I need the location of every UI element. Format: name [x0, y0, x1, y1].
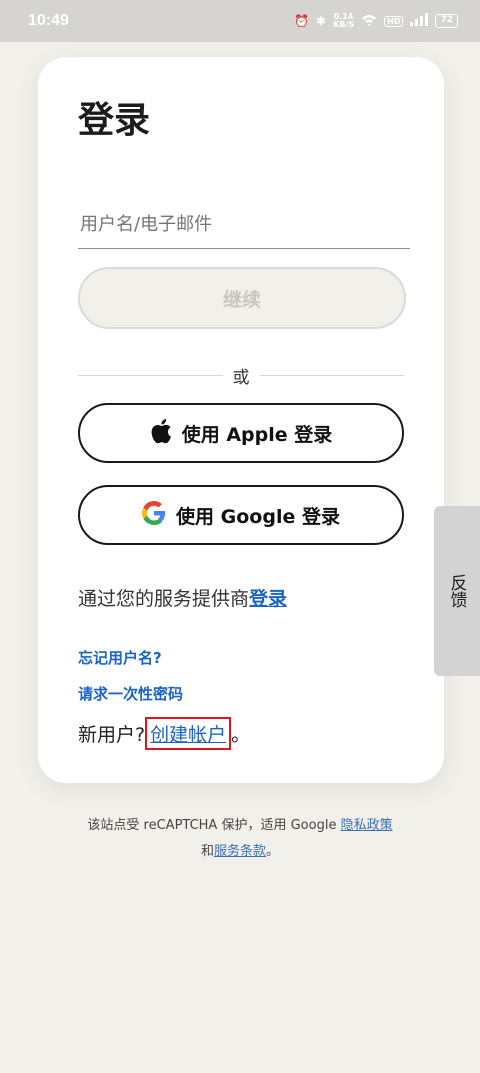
- feedback-tab[interactable]: 反馈: [434, 506, 480, 676]
- alarm-icon: ⏰: [294, 14, 310, 28]
- apple-login-button[interactable]: 使用 Apple 登录: [78, 403, 404, 463]
- apple-icon: [150, 418, 172, 449]
- wifi-icon: [361, 14, 377, 29]
- username-input[interactable]: [78, 201, 410, 248]
- new-user-row: 新用户? 创建帐户 。: [78, 717, 250, 750]
- or-label: 或: [232, 367, 250, 388]
- footer-line-1: 该站点受 reCAPTCHA 保护，适用 Google 隐私政策: [0, 813, 480, 839]
- bluetooth-icon: ✱: [316, 14, 327, 28]
- status-icons: ⏰ ✱ 0.14 KB/S HD 72: [294, 13, 458, 29]
- create-account-link[interactable]: 创建帐户: [150, 724, 226, 746]
- footer-line-2: 和服务条款。: [0, 839, 480, 865]
- new-user-text: 新用户?: [78, 724, 146, 746]
- login-card: 登录 继续 或 使用 Apple 登录 使用 Google 登录 通过您的服务提…: [38, 57, 444, 783]
- footer-and: 和: [200, 844, 214, 859]
- apple-login-label: 使用 Apple 登录: [181, 423, 333, 446]
- period-text: 。: [231, 724, 251, 746]
- divider-line-left: [78, 374, 223, 376]
- footer-end: 。: [266, 844, 280, 859]
- forgot-username-link[interactable]: 忘记用户名?: [78, 647, 162, 668]
- username-field[interactable]: [78, 201, 410, 249]
- page-title: 登录: [78, 100, 151, 141]
- continue-button[interactable]: 继续: [78, 267, 406, 329]
- network-speed: 0.14 KB/S: [333, 13, 354, 29]
- status-bar: 10:49 ⏰ ✱ 0.14 KB/S HD 72: [0, 0, 480, 42]
- recaptcha-footer: 该站点受 reCAPTCHA 保护，适用 Google 隐私政策 和服务条款。: [0, 813, 480, 865]
- clock: 10:49: [28, 12, 69, 29]
- hd-icon: HD: [384, 15, 404, 27]
- battery-icon: 72: [435, 14, 458, 28]
- terms-of-service-link[interactable]: 服务条款: [214, 844, 266, 859]
- feedback-label: 反馈: [446, 574, 467, 608]
- create-account-highlight: 创建帐户: [145, 717, 232, 750]
- provider-login-text: 通过您的服务提供商登录: [78, 584, 287, 611]
- google-login-button[interactable]: 使用 Google 登录: [78, 485, 404, 545]
- network-speed-unit: KB/S: [333, 20, 355, 29]
- provider-login-link[interactable]: 登录: [249, 588, 287, 610]
- google-login-label: 使用 Google 登录: [176, 505, 340, 528]
- privacy-policy-link[interactable]: 隐私政策: [341, 818, 393, 833]
- provider-text: 通过您的服务提供商: [78, 588, 250, 610]
- footer-text: 该站点受 reCAPTCHA 保护，适用 Google: [87, 818, 341, 833]
- or-divider: 或: [78, 363, 404, 388]
- signal-icon: [410, 13, 429, 29]
- request-otp-link[interactable]: 请求一次性密码: [78, 683, 183, 704]
- google-icon: [142, 500, 166, 530]
- divider-line-right: [259, 374, 404, 376]
